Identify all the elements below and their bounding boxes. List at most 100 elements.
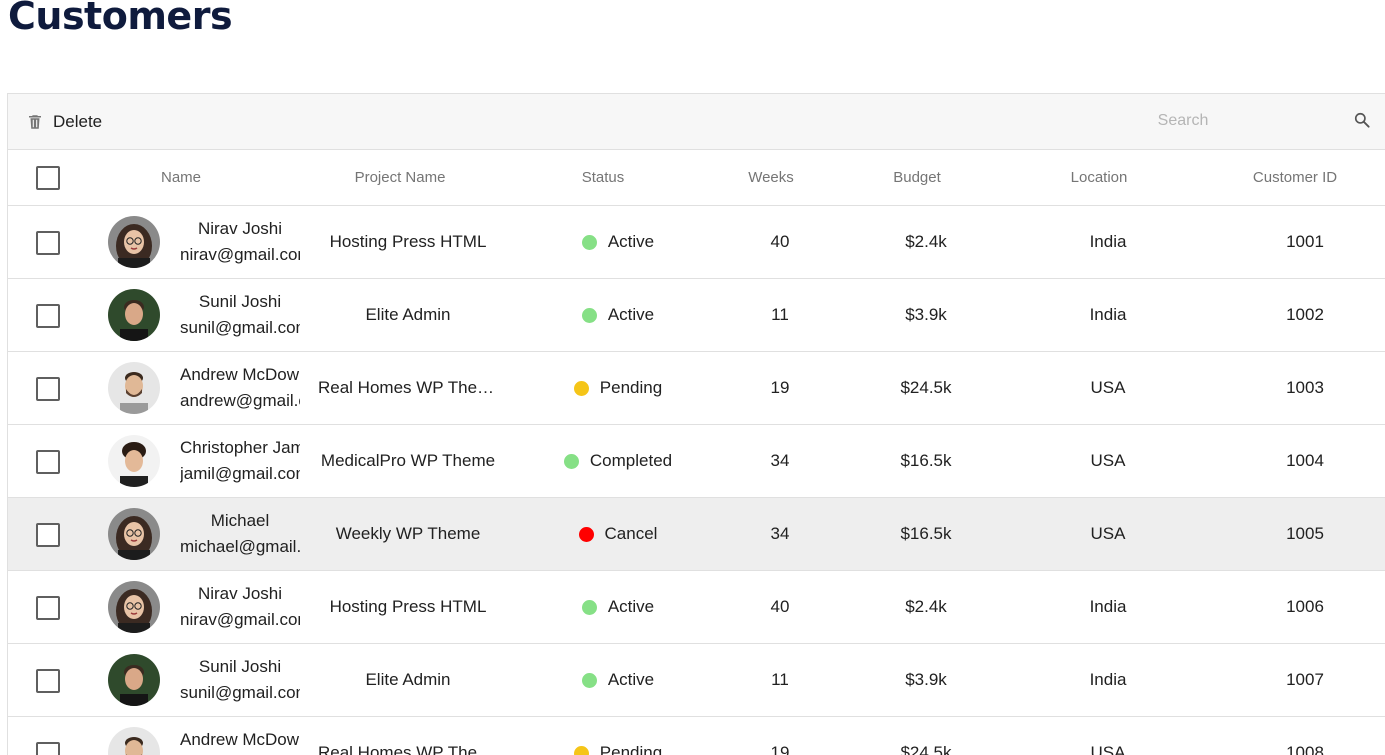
customer-email: michael@gmail.com	[180, 534, 300, 560]
weeks-value: 11	[730, 279, 830, 351]
status-dot-icon	[574, 381, 589, 396]
budget-value: $2.4k	[876, 571, 976, 643]
status-cell: Pending	[528, 352, 708, 424]
weeks-value: 34	[730, 425, 830, 497]
avatar	[108, 216, 160, 268]
project-name: Real Homes WP Theme	[318, 352, 498, 424]
customers-table: Delete Name Project Name Status Weeks Bu…	[7, 93, 1385, 755]
location-value: USA	[1058, 425, 1158, 497]
customer-email: sunil@gmail.com	[180, 680, 300, 706]
row-checkbox[interactable]	[36, 231, 60, 255]
table-row[interactable]: Michaelmichael@gmail.comWeekly WP Theme C…	[8, 498, 1385, 571]
column-header-status[interactable]: Status	[553, 150, 653, 205]
name-cell: Nirav Joshinirav@gmail.com	[180, 571, 300, 643]
location-value: USA	[1058, 352, 1158, 424]
status-cell: Active	[528, 571, 708, 643]
customer-name: Christopher Jamil	[180, 435, 300, 461]
delete-label: Delete	[53, 112, 102, 132]
status-cell: Active	[528, 206, 708, 278]
status-label: Active	[608, 670, 654, 690]
status-dot-icon	[582, 235, 597, 250]
row-checkbox[interactable]	[36, 669, 60, 693]
table-row[interactable]: Sunil Joshisunil@gmail.comElite Admin Act…	[8, 644, 1385, 717]
customer-email: nirav@gmail.com	[180, 242, 300, 268]
status-dot-icon	[582, 308, 597, 323]
delete-button[interactable]: Delete	[26, 108, 102, 136]
status-dot-icon	[582, 673, 597, 688]
table-body: Nirav Joshinirav@gmail.comHosting Press …	[8, 206, 1385, 755]
customer-name: Nirav Joshi	[180, 216, 300, 242]
column-header-project-name[interactable]: Project Name	[320, 150, 480, 205]
name-cell: Andrew McDownlandandrew@gmail.com	[180, 717, 300, 755]
customer-id-value: 1005	[1255, 498, 1355, 570]
column-header-customer-id[interactable]: Customer ID	[1235, 150, 1355, 205]
customer-id-value: 1006	[1255, 571, 1355, 643]
row-checkbox[interactable]	[36, 377, 60, 401]
status-dot-icon	[579, 527, 594, 542]
trash-icon	[26, 113, 44, 131]
status-label: Pending	[600, 743, 662, 755]
avatar	[108, 654, 160, 706]
avatar	[108, 508, 160, 560]
table-row[interactable]: Sunil Joshisunil@gmail.comElite AdminAct…	[8, 279, 1385, 352]
avatar	[108, 727, 160, 755]
name-cell: Sunil Joshisunil@gmail.com	[180, 279, 300, 351]
search-icon[interactable]	[1352, 110, 1372, 130]
status-cell: Active	[528, 644, 708, 716]
customer-email: andrew@gmail.com	[180, 388, 300, 414]
project-name: MedicalPro WP Theme	[318, 425, 498, 497]
page-title: Customers	[8, 0, 232, 38]
table-row[interactable]: Christopher Jamiljamil@gmail.comMedicalP…	[8, 425, 1385, 498]
column-header-budget[interactable]: Budget	[867, 150, 967, 205]
customer-id-value: 1008	[1255, 717, 1355, 755]
weeks-value: 19	[730, 352, 830, 424]
budget-value: $24.5k	[876, 352, 976, 424]
weeks-value: 40	[730, 206, 830, 278]
table-row[interactable]: Andrew McDownlandandrew@gmail.comReal Ho…	[8, 717, 1385, 755]
status-cell: Active	[528, 279, 708, 351]
table-toolbar: Delete	[8, 94, 1385, 150]
customer-id-value: 1001	[1255, 206, 1355, 278]
status-label: Cancel	[605, 524, 658, 544]
budget-value: $3.9k	[876, 644, 976, 716]
location-value: India	[1058, 571, 1158, 643]
name-cell: Christopher Jamiljamil@gmail.com	[180, 425, 300, 497]
column-header-location[interactable]: Location	[1049, 150, 1149, 205]
project-name: Elite Admin	[318, 279, 498, 351]
location-value: USA	[1058, 498, 1158, 570]
row-checkbox[interactable]	[36, 304, 60, 328]
budget-value: $24.5k	[876, 717, 976, 755]
row-checkbox[interactable]	[36, 450, 60, 474]
project-name: Elite Admin	[318, 644, 498, 716]
customer-name: Sunil Joshi	[180, 289, 300, 315]
table-row[interactable]: Nirav Joshinirav@gmail.comHosting Press …	[8, 571, 1385, 644]
customer-name: Andrew McDownland	[180, 362, 300, 388]
search-input[interactable]	[1018, 106, 1350, 136]
table-row[interactable]: Nirav Joshinirav@gmail.comHosting Press …	[8, 206, 1385, 279]
column-header-weeks[interactable]: Weeks	[721, 150, 821, 205]
row-checkbox[interactable]	[36, 596, 60, 620]
project-name: Hosting Press HTML	[318, 206, 498, 278]
select-all-checkbox[interactable]	[36, 166, 60, 190]
avatar	[108, 435, 160, 487]
location-value: USA	[1058, 717, 1158, 755]
customer-email: sunil@gmail.com	[180, 315, 300, 341]
row-checkbox[interactable]	[36, 742, 60, 755]
name-cell: Michaelmichael@gmail.com	[180, 498, 300, 570]
avatar	[108, 289, 160, 341]
customer-email: jamil@gmail.com	[180, 461, 300, 487]
status-label: Active	[608, 232, 654, 252]
location-value: India	[1058, 644, 1158, 716]
status-label: Completed	[590, 451, 672, 471]
avatar	[108, 362, 160, 414]
status-dot-icon	[564, 454, 579, 469]
name-cell: Sunil Joshisunil@gmail.com	[180, 644, 300, 716]
name-cell: Nirav Joshinirav@gmail.com	[180, 206, 300, 278]
project-name: Weekly WP Theme	[318, 498, 498, 570]
table-row[interactable]: Andrew McDownlandandrew@gmail.com Real Ho…	[8, 352, 1385, 425]
weeks-value: 19	[730, 717, 830, 755]
status-cell: Completed	[528, 425, 708, 497]
row-checkbox[interactable]	[36, 523, 60, 547]
budget-value: $2.4k	[876, 206, 976, 278]
column-header-name[interactable]: Name	[121, 150, 241, 205]
